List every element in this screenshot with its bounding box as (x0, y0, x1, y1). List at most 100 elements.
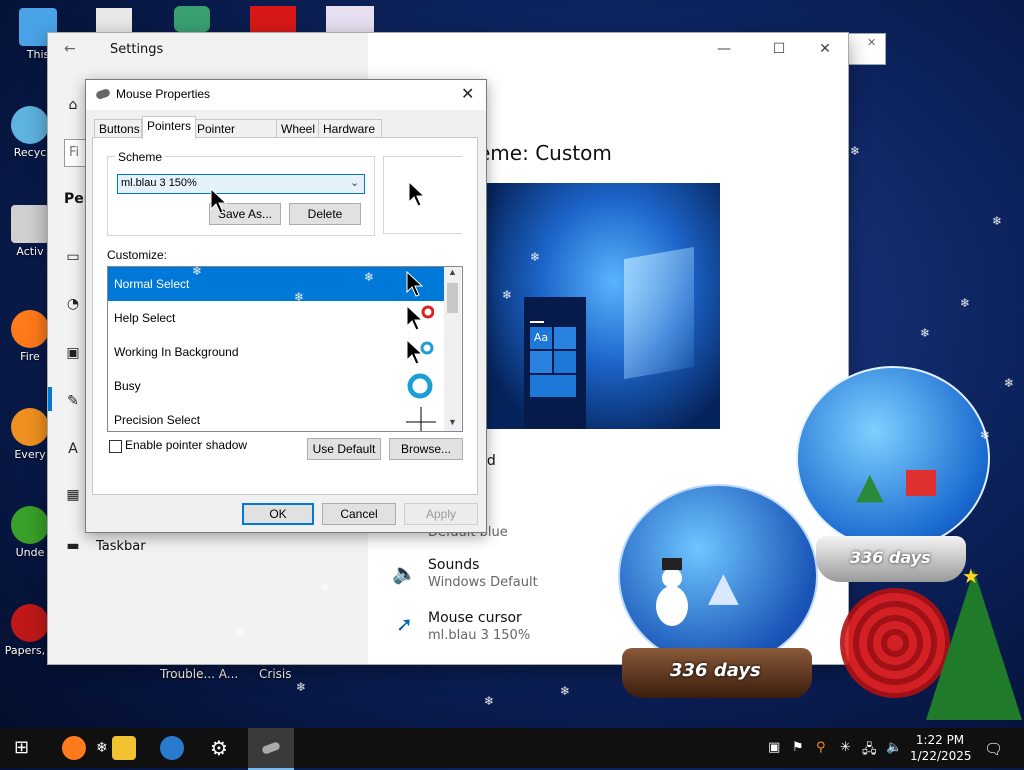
snow-globe-widget-2[interactable]: ▲ 336 days (796, 366, 990, 590)
tray-icon-2[interactable]: ⚑ (792, 740, 804, 755)
list-item-label: Precision Select (114, 413, 201, 427)
list-item-precision-select[interactable]: Precision Select (108, 403, 450, 431)
tab-pointers[interactable]: Pointers (142, 116, 196, 139)
volume-icon[interactable]: 🔈 (886, 740, 902, 755)
notification-icon[interactable]: 🗨 (984, 740, 1003, 758)
snowflake-icon[interactable]: ❄ (96, 740, 108, 756)
network-icon[interactable]: 🖧 (862, 740, 877, 762)
days-counter: 336 days (670, 660, 761, 681)
scroll-up-icon[interactable]: ▲ (448, 267, 457, 277)
page-title: eme: Custom (478, 141, 612, 165)
mouse-cursor-label: Mouse cursor (428, 610, 522, 626)
tree-icon: ▲ (708, 564, 739, 610)
tab-buttons[interactable]: Buttons (94, 119, 142, 138)
snowflake-icon: ❄ (992, 214, 1003, 228)
back-arrow-icon[interactable]: ← (64, 41, 76, 57)
list-item-label: Help Select (114, 311, 176, 325)
maximize-icon[interactable]: ☐ (769, 39, 789, 59)
delete-button[interactable]: Delete (289, 203, 361, 225)
list-item-busy[interactable]: Busy (108, 369, 450, 403)
star-icon: ★ (962, 564, 980, 588)
palette-icon[interactable]: ◔ (64, 296, 82, 314)
snowflake-icon: ❄ (560, 684, 571, 698)
snowflake-icon: ❄ (364, 270, 375, 284)
search-app-icon (11, 408, 49, 446)
tray-snowflake-icon[interactable]: ✳ (840, 740, 851, 755)
desktop-icon-top-4[interactable] (326, 6, 374, 32)
cancel-button[interactable]: Cancel (322, 503, 396, 525)
recycle-bin-icon (11, 106, 49, 144)
preview-line (530, 321, 544, 323)
tab-hardware[interactable]: Hardware (318, 119, 382, 138)
tab-pointer-options[interactable]: Pointer Options (192, 119, 280, 154)
desktop-icon-label-trouble[interactable]: Trouble... A... (160, 667, 238, 681)
mcdonalds-icon[interactable] (250, 6, 296, 32)
game-icon (11, 604, 49, 642)
close-icon[interactable]: ✕ (867, 36, 876, 49)
apply-button[interactable]: Apply (404, 503, 478, 525)
scroll-down-icon[interactable]: ▼ (448, 417, 457, 427)
dialog-titlebar: Mouse Properties ✕ (86, 80, 486, 110)
desktop-icon-label: Unde (15, 546, 45, 559)
arrow-cursor-icon (408, 181, 426, 207)
mouse-properties-taskbar-button[interactable] (248, 728, 294, 770)
image-icon[interactable]: ▭ (64, 249, 82, 267)
people-app-icon[interactable] (160, 736, 184, 760)
pointers-tab-pane: Scheme ml.blau 3 150% ⌄ Save As... Delet… (92, 137, 478, 495)
clock[interactable]: 1:22 PM 1/22/2025 (910, 732, 972, 764)
clock-date: 1/22/2025 (910, 749, 972, 763)
tab-wheel[interactable]: Wheel (276, 119, 322, 138)
working-cursor-icon (406, 339, 434, 365)
search-tray-icon[interactable]: ⚲ (816, 740, 826, 755)
desktop-icon-label: Fire (20, 350, 40, 363)
scrollbar-thumb[interactable] (447, 283, 458, 313)
cursor-icon: ➚ (396, 612, 413, 636)
list-scrollbar[interactable]: ▲ ▼ (444, 267, 461, 431)
desktop-icon-label-crisis[interactable]: Crisis (259, 667, 291, 681)
snow-globe-widget-1[interactable]: ▲ 336 days (612, 484, 822, 704)
desktop-icon-top-2[interactable] (174, 6, 210, 32)
snowflake-icon: ❄ (588, 566, 599, 580)
help-cursor-icon (406, 305, 434, 331)
close-icon[interactable]: ✕ (815, 39, 835, 59)
arrow-cursor-icon (406, 271, 424, 297)
list-item-label: Working In Background (114, 345, 239, 359)
firefox-icon (11, 310, 49, 348)
fonts-icon[interactable]: A (64, 441, 82, 459)
gear-icon[interactable]: ⚙ (210, 736, 228, 760)
taskbar-icon[interactable]: ▬ (64, 538, 82, 556)
windows-start-icon[interactable]: ⊞ (14, 737, 29, 758)
snowflake-icon: ❄ (980, 428, 991, 442)
start-icon[interactable]: ▦ (64, 487, 82, 505)
tree-icon: ▲ (856, 466, 884, 507)
scheme-select[interactable]: ml.blau 3 150% ⌄ (117, 174, 365, 194)
scheme-value: ml.blau 3 150% (121, 177, 197, 189)
snowflake-icon: ❄ (236, 626, 247, 640)
lock-screen-icon[interactable]: ▣ (64, 345, 82, 363)
application-icon (11, 205, 49, 243)
sidebar-item-taskbar[interactable]: Taskbar (96, 539, 146, 554)
use-default-button[interactable]: Use Default (307, 438, 381, 460)
crosshair-cursor-icon (406, 407, 436, 431)
minimize-icon[interactable]: — (714, 39, 734, 59)
themes-icon[interactable]: ✎ (64, 393, 82, 411)
list-item-normal-select[interactable]: Normal Select (108, 267, 450, 301)
globe-glass (796, 366, 990, 550)
gift-icon (906, 470, 936, 496)
home-icon[interactable]: ⌂ (64, 97, 82, 115)
file-explorer-icon[interactable] (112, 736, 136, 760)
shadow-checkbox[interactable] (109, 440, 122, 453)
pointer-list[interactable]: Normal Select Help Select Working In Bac… (107, 266, 463, 432)
firefox-icon[interactable] (62, 736, 86, 760)
list-item-working-in-background[interactable]: Working In Background (108, 335, 450, 369)
close-icon[interactable]: ✕ (461, 84, 474, 104)
ok-button[interactable]: OK (242, 503, 314, 525)
list-item-help-select[interactable]: Help Select (108, 301, 450, 335)
snowflake-icon: ❄ (960, 296, 971, 310)
browse-button[interactable]: Browse... (389, 438, 463, 460)
mouse-icon (95, 87, 111, 101)
christmas-tree-icon (926, 570, 1022, 720)
snowflake-icon: ❄ (294, 290, 305, 304)
tray-icon-1[interactable]: ▣ (768, 740, 780, 755)
desktop-icon-top-1[interactable] (96, 8, 132, 32)
